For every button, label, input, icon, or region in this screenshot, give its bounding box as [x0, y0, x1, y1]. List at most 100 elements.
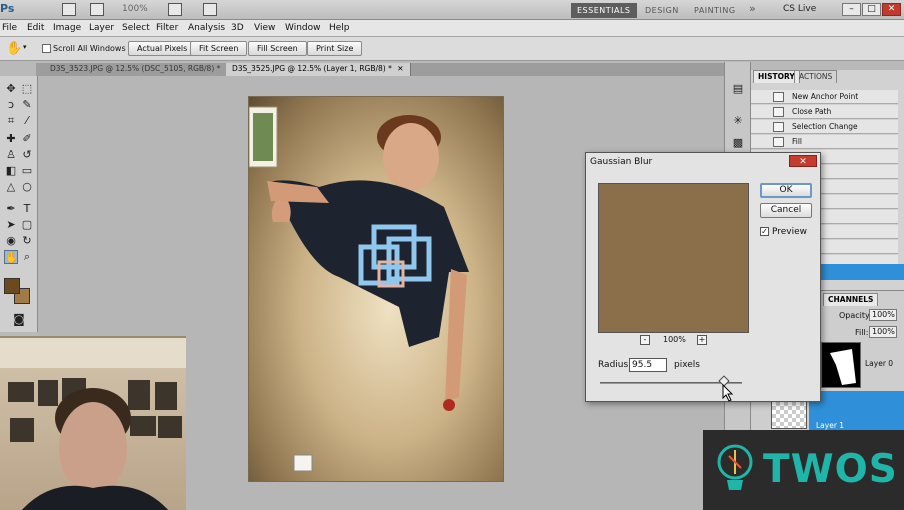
layer-1-name: Layer 1 [816, 421, 845, 430]
history-item-label: Selection Change [792, 122, 858, 131]
fit-screen-button[interactable]: Fit Screen [190, 41, 248, 56]
preview-checkbox[interactable]: ✓ [760, 227, 769, 236]
tab-actions[interactable]: ACTIONS [794, 70, 838, 83]
blur-tool-icon[interactable]: △ [4, 180, 18, 194]
close-window-button[interactable]: ✕ [882, 3, 901, 16]
history-state-icon [773, 122, 784, 132]
menu-edit[interactable]: Edit [27, 23, 44, 33]
photo-illustration [249, 106, 469, 472]
tab-history[interactable]: HISTORY [753, 70, 800, 83]
dodge-tool-icon[interactable]: ○ [20, 180, 34, 194]
move-tool-icon[interactable]: ✥ [4, 82, 18, 96]
opacity-label: Opacity: [839, 311, 872, 320]
menu-image[interactable]: Image [53, 23, 81, 33]
cancel-button[interactable]: Cancel [760, 203, 812, 218]
opacity-input[interactable]: 100% [869, 309, 897, 321]
marquee-tool-icon[interactable]: ⬚ [20, 82, 34, 96]
cs-live-menu[interactable]: CS Live [783, 4, 816, 14]
crop-tool-icon[interactable]: ⌗ [4, 114, 18, 128]
more-workspaces-icon[interactable]: » [743, 1, 762, 16]
history-panel-icon[interactable]: ▤ [731, 82, 745, 96]
actual-pixels-button[interactable]: Actual Pixels [128, 41, 197, 56]
type-tool-icon[interactable]: T [20, 202, 34, 216]
layer-0-mask-thumbnail[interactable] [821, 342, 861, 388]
zoom-tool-icon[interactable]: ⌕ [20, 250, 34, 264]
lasso-tool-icon[interactable]: ↄ [4, 98, 18, 112]
fill-screen-button[interactable]: Fill Screen [248, 41, 307, 56]
clone-stamp-tool-icon[interactable]: ♙ [4, 148, 18, 162]
menu-window[interactable]: Window [285, 23, 321, 33]
healing-brush-tool-icon[interactable]: ✚ [4, 132, 18, 146]
twos-wordmark: TWOS [763, 447, 898, 492]
mouse-cursor-icon [722, 384, 734, 402]
layer-0-name[interactable]: Layer 0 [865, 359, 893, 368]
history-item-fill[interactable]: Fill [751, 135, 898, 149]
bridge-icon[interactable] [62, 3, 76, 16]
history-item-close-path[interactable]: Close Path [751, 105, 898, 119]
hand-tool-icon[interactable]: ✋ [4, 250, 19, 264]
tab-d3s-3523[interactable]: D3S_3523.JPG @ 12.5% (DSC_5105, RGB/8) *… [44, 63, 240, 76]
quick-selection-tool-icon[interactable]: ✎ [20, 98, 34, 112]
zoom-out-button[interactable]: - [640, 335, 650, 345]
history-state-icon [773, 137, 784, 147]
eyedropper-tool-icon[interactable]: ⁄ [20, 114, 34, 128]
tab-d3s-3525[interactable]: D3S_3525.JPG @ 12.5% (Layer 1, RGB/8) * … [226, 63, 411, 76]
quick-mask-icon[interactable]: ◙ [10, 312, 28, 326]
history-item-label: Fill [792, 137, 803, 146]
workspace-design[interactable]: DESIGN [639, 3, 685, 18]
workspace-essentials[interactable]: ESSENTIALS [571, 3, 637, 18]
history-state-icon [773, 92, 784, 102]
lightbulb-icon [717, 444, 753, 490]
shape-tool-icon[interactable]: ▢ [20, 218, 34, 232]
radius-input[interactable]: 95.5 [629, 358, 667, 372]
menu-view[interactable]: View [254, 23, 275, 33]
foreground-color-swatch[interactable] [4, 278, 20, 294]
print-size-button[interactable]: Print Size [307, 41, 363, 56]
3d-rotate-tool-icon[interactable]: ◉ [4, 234, 18, 248]
history-item-label: Close Path [792, 107, 832, 116]
adjustments-panel-icon[interactable]: ▩ [731, 136, 745, 150]
ok-button[interactable]: OK [760, 183, 812, 198]
hand-tool-icon[interactable]: ✋ [6, 41, 22, 56]
menu-3d[interactable]: 3D [231, 23, 244, 33]
tab-label: D3S_3525.JPG @ 12.5% (Layer 1, RGB/8) * [232, 64, 392, 73]
layer-1-row[interactable]: Layer 1 [809, 391, 904, 431]
tool-preset-dropdown-icon[interactable]: ▾ [23, 43, 27, 51]
blur-preview[interactable] [598, 183, 749, 333]
path-selection-tool-icon[interactable]: ➤ [4, 218, 18, 232]
menu-filter[interactable]: Filter [156, 23, 178, 33]
menu-help[interactable]: Help [329, 23, 350, 33]
menu-select[interactable]: Select [122, 23, 150, 33]
webcam-image [0, 338, 186, 510]
close-dialog-icon[interactable]: ✕ [789, 155, 817, 167]
history-item-label: New Anchor Point [792, 92, 859, 101]
preview-label: Preview [772, 227, 808, 237]
history-item-new-anchor-point[interactable]: New Anchor Point [751, 90, 898, 104]
brush-tool-icon[interactable]: ✐ [20, 132, 34, 146]
menu-layer[interactable]: Layer [89, 23, 114, 33]
document-image[interactable] [248, 96, 504, 482]
history-item-selection-change[interactable]: Selection Change [751, 120, 898, 134]
zoom-in-button[interactable]: + [697, 335, 707, 345]
scroll-all-windows-checkbox[interactable] [42, 44, 51, 53]
close-tab-icon[interactable]: ✕ [397, 64, 403, 73]
menu-file[interactable]: File [2, 23, 17, 33]
minimize-button[interactable]: – [842, 3, 861, 16]
menu-analysis[interactable]: Analysis [188, 23, 225, 33]
swatches-panel-icon[interactable]: ✳ [731, 114, 745, 128]
3d-orbit-tool-icon[interactable]: ↻ [20, 234, 34, 248]
history-brush-tool-icon[interactable]: ↺ [20, 148, 34, 162]
eraser-tool-icon[interactable]: ◧ [4, 164, 18, 178]
pen-tool-icon[interactable]: ✒ [4, 202, 18, 216]
gradient-tool-icon[interactable]: ▭ [20, 164, 34, 178]
fill-input[interactable]: 100% [869, 326, 897, 338]
tab-channels[interactable]: CHANNELS [823, 293, 879, 306]
maximize-button[interactable]: □ [862, 3, 881, 16]
arrange-documents-icon[interactable] [168, 3, 182, 16]
mask-shape [830, 349, 856, 385]
zoom-level[interactable]: 100% [122, 4, 148, 14]
view-extras-icon[interactable] [90, 3, 104, 16]
options-bar: ✋ ▾ Scroll All Windows Actual Pixels Fit… [0, 37, 904, 61]
workspace-painting[interactable]: PAINTING [688, 3, 742, 18]
screen-mode-icon[interactable] [203, 3, 217, 16]
